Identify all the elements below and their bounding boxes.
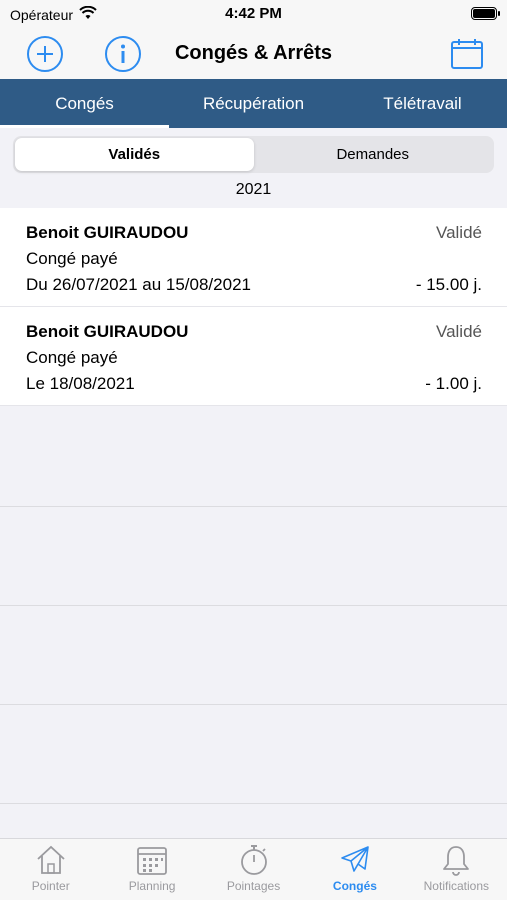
tabbar-item-notifications[interactable]: Notifications (406, 839, 507, 900)
add-button[interactable] (25, 34, 65, 74)
stopwatch-icon (240, 845, 267, 875)
leave-type: Congé payé (26, 348, 118, 367)
divider (0, 506, 507, 507)
segment-demandes[interactable]: Demandes (254, 138, 493, 171)
calendar-button[interactable] (447, 34, 487, 74)
leave-days: - 15.00 j. (415, 275, 482, 294)
tabbar-item-planning[interactable]: Planning (101, 839, 202, 900)
divider (0, 704, 507, 705)
tab-conges[interactable]: Congés (0, 79, 169, 128)
leave-list: Benoit GUIRAUDOU Validé Congé payé Du 26… (0, 208, 507, 406)
segment-valides[interactable]: Validés (15, 138, 254, 171)
calendar-grid-icon (137, 847, 168, 875)
tab-recuperation[interactable]: Récupération (169, 79, 338, 128)
battery-level (473, 9, 495, 18)
leave-status: Validé (436, 223, 482, 242)
tabbar-label: Pointer (31, 879, 70, 893)
employee-name: Benoit GUIRAUDOU (26, 322, 189, 341)
bell-icon (443, 846, 470, 876)
tabbar-item-pointer[interactable]: Pointer (0, 839, 101, 900)
top-tabs: Congés Récupération Télétravail (0, 79, 507, 128)
navigation-bar: Congés & Arrêts (0, 30, 507, 79)
info-circle-icon (105, 36, 141, 72)
calendar-icon (451, 39, 483, 69)
tabbar-label: Planning (128, 879, 176, 893)
status-segmented-control: Validés Demandes (13, 136, 494, 173)
leave-period: Du 26/07/2021 au 15/08/2021 (26, 275, 251, 294)
leave-status: Validé (436, 322, 482, 341)
battery-icon (471, 7, 500, 20)
tabbar-item-pointages[interactable]: Pointages (203, 839, 304, 900)
divider (0, 605, 507, 606)
leave-days: - 1.00 j. (425, 374, 482, 393)
employee-name: Benoit GUIRAUDOU (26, 223, 189, 242)
status-bar: Opérateur 4:42 PM (0, 0, 507, 30)
info-button[interactable] (103, 34, 143, 74)
tabbar-label: Pointages (226, 879, 281, 893)
leave-period: Le 18/08/2021 (26, 374, 135, 393)
list-item[interactable]: Benoit GUIRAUDOU Validé Congé payé Le 18… (0, 307, 507, 406)
status-time: 4:42 PM (225, 5, 282, 22)
tabbar-label: Congés (332, 879, 377, 893)
tabbar-label: Notifications (423, 879, 490, 893)
year-header: 2021 (235, 181, 272, 198)
tab-teletravail[interactable]: Télétravail (338, 79, 507, 128)
plus-circle-icon (27, 36, 63, 72)
bottom-tab-bar: Pointer Planning Pointages Congés Notifi… (0, 838, 507, 900)
leave-type: Congé payé (26, 249, 118, 268)
airplane-icon (341, 846, 369, 872)
page-title: Congés & Arrêts (174, 42, 333, 64)
tabbar-item-conges[interactable]: Congés (304, 839, 405, 900)
house-icon (37, 845, 65, 874)
divider (0, 803, 507, 804)
list-item[interactable]: Benoit GUIRAUDOU Validé Congé payé Du 26… (0, 208, 507, 307)
